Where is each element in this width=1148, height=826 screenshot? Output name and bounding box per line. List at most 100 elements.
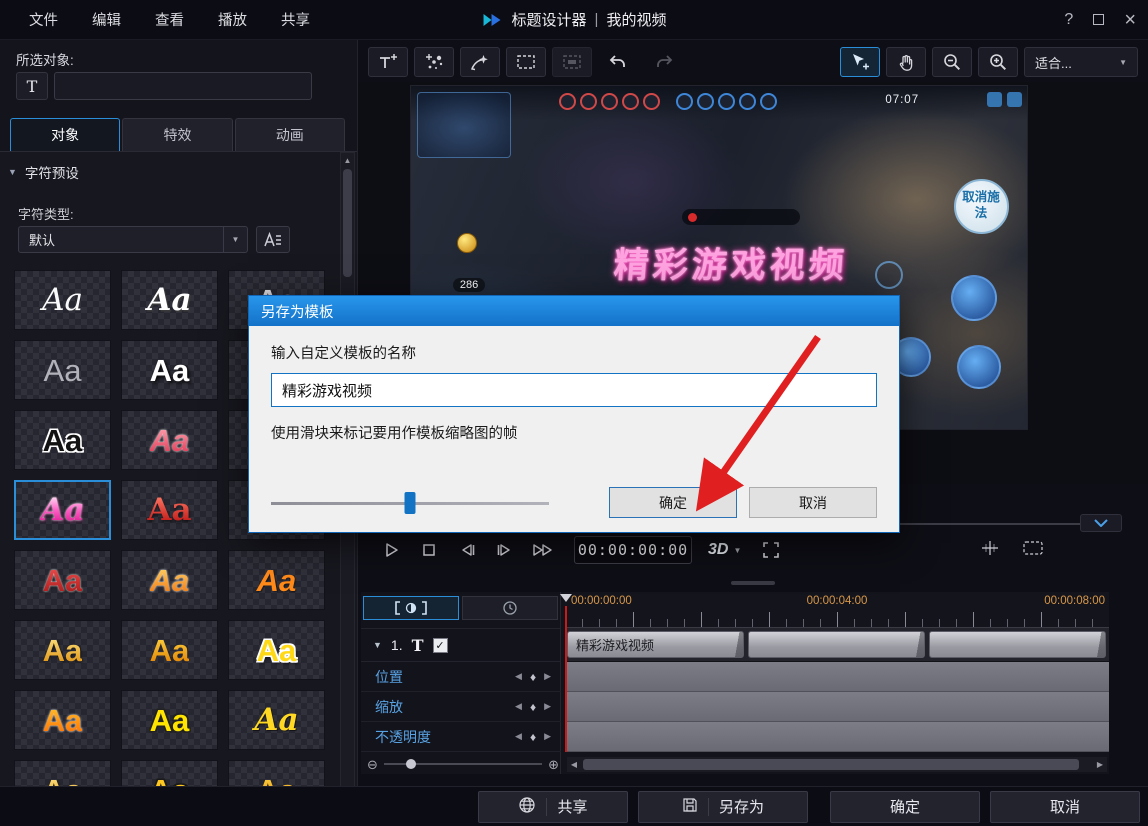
fast-forward-button[interactable] (526, 535, 560, 565)
font-preset-19[interactable]: Aa (14, 690, 111, 750)
3d-mode-dropdown[interactable]: 3D ▼ (708, 541, 741, 559)
zoom-out-icon[interactable]: ⊖ (367, 758, 378, 771)
hand-pan-tool-button[interactable] (886, 47, 926, 77)
scroll-left-icon[interactable]: ◀ (567, 760, 581, 769)
ok-button[interactable]: 确定 (830, 791, 980, 823)
keyframe-prev-icon[interactable]: ◀ (515, 731, 522, 742)
scale-keyframe-track[interactable] (565, 692, 1109, 722)
title-clip-2[interactable] (748, 631, 925, 658)
char-type-dropdown[interactable]: 默认 ▼ (18, 226, 248, 253)
panel-splitter-handle[interactable] (731, 581, 775, 585)
zoom-out-button[interactable] (932, 47, 972, 77)
duration-view-toggle[interactable] (462, 596, 558, 620)
select-move-tool-button[interactable] (840, 47, 880, 77)
safe-zone-icon[interactable] (1022, 539, 1044, 562)
keyframe-add-icon[interactable]: ♦ (530, 670, 536, 684)
scrollbar-thumb[interactable] (583, 759, 1079, 770)
tab-对象[interactable]: 对象 (10, 118, 120, 151)
add-motion-text-button[interactable] (460, 47, 500, 77)
stop-button[interactable] (412, 535, 446, 565)
chevron-down-icon[interactable]: ▼ (223, 227, 247, 252)
maximize-icon[interactable] (1093, 14, 1104, 25)
opacity-keyframe-track[interactable] (565, 722, 1109, 752)
add-title-text-button[interactable] (368, 47, 408, 77)
title-clip-1[interactable]: 精彩游戏视频 (567, 631, 744, 658)
timeline-ruler[interactable]: 00:00:00:0000:00:04:0000:00:08:00 (565, 592, 1109, 628)
font-preset-8[interactable]: Aa (121, 410, 218, 470)
font-preset-20[interactable]: Aa (121, 690, 218, 750)
keyframe-next-icon[interactable]: ▶ (544, 671, 551, 682)
grid-icon[interactable] (980, 539, 1000, 562)
section-collapse-icon[interactable]: ▼ (8, 167, 17, 177)
prop-label-position[interactable]: 位置 (375, 667, 403, 687)
keyframe-prev-icon[interactable]: ◀ (515, 701, 522, 712)
dialog-titlebar[interactable]: 另存为模板 (249, 296, 899, 326)
char-presets-section[interactable]: ▼ 字符预设 (8, 162, 79, 182)
tab-动画[interactable]: 动画 (235, 118, 345, 151)
keyframe-add-icon[interactable]: ♦ (530, 730, 536, 744)
insert-image-button[interactable] (506, 47, 546, 77)
template-name-input[interactable] (271, 373, 877, 407)
menu-item-2[interactable]: 编辑 (75, 9, 138, 30)
track-header[interactable]: ▼ 1. T ✓ (361, 628, 560, 662)
track-enabled-checkbox[interactable]: ✓ (433, 638, 448, 653)
font-preset-17[interactable]: Aa (121, 620, 218, 680)
font-preset-14[interactable]: Aa (121, 550, 218, 610)
font-preset-16[interactable]: Aa (14, 620, 111, 680)
menu-item-3[interactable]: 查看 (138, 9, 201, 30)
font-preset-2[interactable]: Aa (121, 270, 218, 330)
undo-button[interactable] (598, 47, 638, 77)
font-preset-7[interactable]: Aa (14, 410, 111, 470)
font-preset-4[interactable]: Aa (14, 340, 111, 400)
font-preset-10[interactable]: Aa (14, 480, 111, 540)
fullscreen-button[interactable] (761, 540, 781, 560)
font-style-list-button[interactable] (256, 226, 290, 253)
play-button[interactable] (374, 535, 408, 565)
help-icon[interactable]: ? (1064, 11, 1073, 29)
font-preset-5[interactable]: Aa (121, 340, 218, 400)
zoom-in-icon[interactable]: ⊕ (548, 758, 559, 771)
font-preset-21[interactable]: Aa (228, 690, 325, 750)
font-preset-11[interactable]: Aa (121, 480, 218, 540)
collapse-panel-button[interactable] (1080, 514, 1122, 532)
scrollbar-thumb[interactable] (343, 169, 352, 277)
font-preset-18[interactable]: Aa (228, 620, 325, 680)
playhead-marker[interactable] (560, 594, 572, 608)
dialog-cancel-button[interactable]: 取消 (749, 487, 877, 518)
add-particle-text-button[interactable] (414, 47, 454, 77)
font-preset-15[interactable]: Aa (228, 550, 325, 610)
zoom-in-button[interactable] (978, 47, 1018, 77)
zoom-fit-dropdown[interactable]: 适合... ▼ (1024, 47, 1138, 77)
prop-label-opacity[interactable]: 不透明度 (375, 727, 431, 747)
playhead-line[interactable] (565, 606, 567, 752)
menu-item-1[interactable]: 文件 (12, 9, 75, 30)
track-collapse-icon[interactable]: ▼ (373, 640, 382, 650)
keyframe-prev-icon[interactable]: ◀ (515, 671, 522, 682)
keyframe-next-icon[interactable]: ▶ (544, 701, 551, 712)
menu-item-5[interactable]: 共享 (264, 9, 327, 30)
next-frame-button[interactable] (488, 535, 522, 565)
scroll-up-icon[interactable]: ▲ (341, 153, 354, 167)
object-name-input[interactable] (54, 72, 312, 100)
timecode-display[interactable]: 00:00:00:00 (574, 536, 692, 564)
cancel-button[interactable]: 取消 (990, 791, 1140, 823)
tab-特效[interactable]: 特效 (122, 118, 232, 151)
keyframe-view-toggle[interactable] (363, 596, 459, 620)
font-preset-13[interactable]: Aa (14, 550, 111, 610)
zoom-thumb[interactable] (406, 759, 416, 769)
timeline-scrollbar[interactable]: ◀ ▶ (567, 757, 1107, 772)
scroll-right-icon[interactable]: ▶ (1093, 760, 1107, 769)
keyframe-next-icon[interactable]: ▶ (544, 731, 551, 742)
previous-frame-button[interactable] (450, 535, 484, 565)
save-as-button[interactable]: 另存为 (638, 791, 808, 823)
thumbnail-frame-slider[interactable] (271, 491, 549, 515)
menu-item-4[interactable]: 播放 (201, 9, 264, 30)
title-text-overlay[interactable]: 精彩游戏视频 (613, 237, 851, 288)
title-clip-3[interactable] (929, 631, 1106, 658)
dialog-ok-button[interactable]: 确定 (609, 487, 737, 518)
slider-thumb[interactable] (405, 492, 416, 514)
zoom-track[interactable] (384, 763, 542, 765)
keyframe-add-icon[interactable]: ♦ (530, 700, 536, 714)
font-preset-1[interactable]: Aa (14, 270, 111, 330)
position-keyframe-track[interactable] (565, 662, 1109, 692)
